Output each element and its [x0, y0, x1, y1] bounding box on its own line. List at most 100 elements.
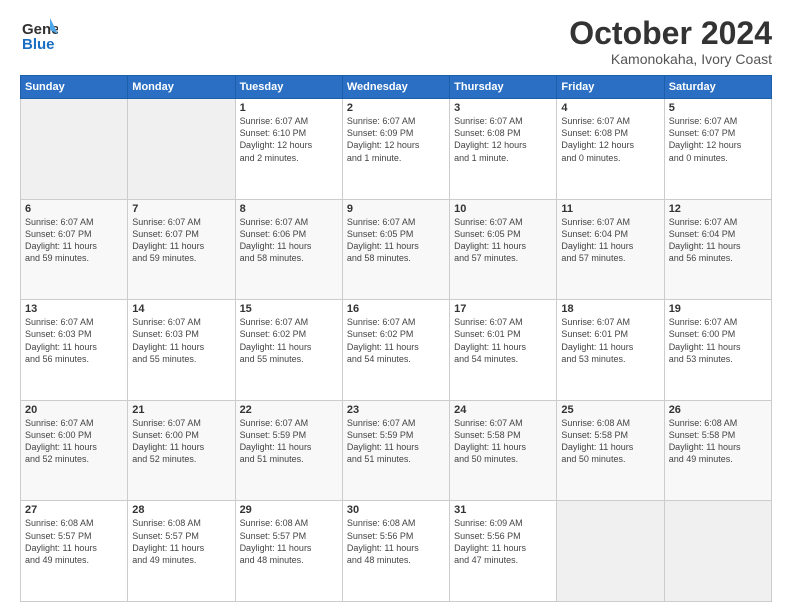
table-row: 12Sunrise: 6:07 AM Sunset: 6:04 PM Dayli…: [664, 199, 771, 300]
day-info: Sunrise: 6:07 AM Sunset: 5:59 PM Dayligh…: [240, 417, 338, 466]
table-row: 9Sunrise: 6:07 AM Sunset: 6:05 PM Daylig…: [342, 199, 449, 300]
day-info: Sunrise: 6:07 AM Sunset: 6:06 PM Dayligh…: [240, 216, 338, 265]
table-row: 22Sunrise: 6:07 AM Sunset: 5:59 PM Dayli…: [235, 400, 342, 501]
table-row: 13Sunrise: 6:07 AM Sunset: 6:03 PM Dayli…: [21, 300, 128, 401]
day-number: 20: [25, 404, 123, 416]
day-number: 27: [25, 504, 123, 516]
day-info: Sunrise: 6:08 AM Sunset: 5:57 PM Dayligh…: [132, 517, 230, 566]
day-info: Sunrise: 6:07 AM Sunset: 6:05 PM Dayligh…: [347, 216, 445, 265]
table-row: 8Sunrise: 6:07 AM Sunset: 6:06 PM Daylig…: [235, 199, 342, 300]
day-number: 4: [561, 102, 659, 114]
day-number: 2: [347, 102, 445, 114]
col-monday: Monday: [128, 76, 235, 99]
day-info: Sunrise: 6:07 AM Sunset: 6:03 PM Dayligh…: [25, 316, 123, 365]
calendar-table: Sunday Monday Tuesday Wednesday Thursday…: [20, 75, 772, 602]
table-row: 6Sunrise: 6:07 AM Sunset: 6:07 PM Daylig…: [21, 199, 128, 300]
table-row: 24Sunrise: 6:07 AM Sunset: 5:58 PM Dayli…: [450, 400, 557, 501]
col-thursday: Thursday: [450, 76, 557, 99]
table-row: 17Sunrise: 6:07 AM Sunset: 6:01 PM Dayli…: [450, 300, 557, 401]
day-info: Sunrise: 6:07 AM Sunset: 6:10 PM Dayligh…: [240, 115, 338, 164]
day-number: 1: [240, 102, 338, 114]
day-number: 22: [240, 404, 338, 416]
day-info: Sunrise: 6:07 AM Sunset: 6:01 PM Dayligh…: [454, 316, 552, 365]
table-row: 15Sunrise: 6:07 AM Sunset: 6:02 PM Dayli…: [235, 300, 342, 401]
day-info: Sunrise: 6:07 AM Sunset: 5:58 PM Dayligh…: [454, 417, 552, 466]
day-number: 24: [454, 404, 552, 416]
day-number: 23: [347, 404, 445, 416]
day-number: 5: [669, 102, 767, 114]
day-info: Sunrise: 6:07 AM Sunset: 6:02 PM Dayligh…: [347, 316, 445, 365]
day-number: 11: [561, 203, 659, 215]
day-info: Sunrise: 6:07 AM Sunset: 6:07 PM Dayligh…: [132, 216, 230, 265]
table-row: 3Sunrise: 6:07 AM Sunset: 6:08 PM Daylig…: [450, 99, 557, 200]
day-number: 9: [347, 203, 445, 215]
title-section: October 2024 Kamonokaha, Ivory Coast: [569, 16, 772, 67]
day-info: Sunrise: 6:08 AM Sunset: 5:57 PM Dayligh…: [240, 517, 338, 566]
week-row-0: 1Sunrise: 6:07 AM Sunset: 6:10 PM Daylig…: [21, 99, 772, 200]
day-info: Sunrise: 6:07 AM Sunset: 6:09 PM Dayligh…: [347, 115, 445, 164]
day-info: Sunrise: 6:07 AM Sunset: 6:08 PM Dayligh…: [454, 115, 552, 164]
svg-text:Blue: Blue: [22, 36, 55, 53]
day-number: 25: [561, 404, 659, 416]
table-row: 7Sunrise: 6:07 AM Sunset: 6:07 PM Daylig…: [128, 199, 235, 300]
col-tuesday: Tuesday: [235, 76, 342, 99]
day-number: 30: [347, 504, 445, 516]
day-number: 12: [669, 203, 767, 215]
table-row: [664, 501, 771, 602]
day-number: 26: [669, 404, 767, 416]
table-row: [21, 99, 128, 200]
day-number: 14: [132, 303, 230, 315]
day-number: 21: [132, 404, 230, 416]
day-number: 10: [454, 203, 552, 215]
day-info: Sunrise: 6:07 AM Sunset: 6:03 PM Dayligh…: [132, 316, 230, 365]
table-row: 23Sunrise: 6:07 AM Sunset: 5:59 PM Dayli…: [342, 400, 449, 501]
logo: General Blue: [20, 16, 58, 54]
table-row: 14Sunrise: 6:07 AM Sunset: 6:03 PM Dayli…: [128, 300, 235, 401]
col-friday: Friday: [557, 76, 664, 99]
location: Kamonokaha, Ivory Coast: [569, 51, 772, 67]
table-row: 25Sunrise: 6:08 AM Sunset: 5:58 PM Dayli…: [557, 400, 664, 501]
table-row: 21Sunrise: 6:07 AM Sunset: 6:00 PM Dayli…: [128, 400, 235, 501]
table-row: 20Sunrise: 6:07 AM Sunset: 6:00 PM Dayli…: [21, 400, 128, 501]
day-number: 29: [240, 504, 338, 516]
col-sunday: Sunday: [21, 76, 128, 99]
day-info: Sunrise: 6:07 AM Sunset: 5:59 PM Dayligh…: [347, 417, 445, 466]
day-info: Sunrise: 6:07 AM Sunset: 6:07 PM Dayligh…: [669, 115, 767, 164]
table-row: 31Sunrise: 6:09 AM Sunset: 5:56 PM Dayli…: [450, 501, 557, 602]
day-info: Sunrise: 6:07 AM Sunset: 6:00 PM Dayligh…: [132, 417, 230, 466]
table-row: 11Sunrise: 6:07 AM Sunset: 6:04 PM Dayli…: [557, 199, 664, 300]
table-row: 1Sunrise: 6:07 AM Sunset: 6:10 PM Daylig…: [235, 99, 342, 200]
table-row: 29Sunrise: 6:08 AM Sunset: 5:57 PM Dayli…: [235, 501, 342, 602]
day-number: 7: [132, 203, 230, 215]
month-title: October 2024: [569, 16, 772, 51]
day-info: Sunrise: 6:08 AM Sunset: 5:57 PM Dayligh…: [25, 517, 123, 566]
table-row: 10Sunrise: 6:07 AM Sunset: 6:05 PM Dayli…: [450, 199, 557, 300]
day-number: 31: [454, 504, 552, 516]
day-info: Sunrise: 6:07 AM Sunset: 6:01 PM Dayligh…: [561, 316, 659, 365]
day-info: Sunrise: 6:07 AM Sunset: 6:00 PM Dayligh…: [25, 417, 123, 466]
table-row: [128, 99, 235, 200]
week-row-3: 20Sunrise: 6:07 AM Sunset: 6:00 PM Dayli…: [21, 400, 772, 501]
col-saturday: Saturday: [664, 76, 771, 99]
day-info: Sunrise: 6:08 AM Sunset: 5:56 PM Dayligh…: [347, 517, 445, 566]
day-info: Sunrise: 6:07 AM Sunset: 6:07 PM Dayligh…: [25, 216, 123, 265]
day-info: Sunrise: 6:07 AM Sunset: 6:02 PM Dayligh…: [240, 316, 338, 365]
table-row: 2Sunrise: 6:07 AM Sunset: 6:09 PM Daylig…: [342, 99, 449, 200]
day-number: 8: [240, 203, 338, 215]
day-info: Sunrise: 6:07 AM Sunset: 6:04 PM Dayligh…: [561, 216, 659, 265]
day-info: Sunrise: 6:07 AM Sunset: 6:05 PM Dayligh…: [454, 216, 552, 265]
table-row: 4Sunrise: 6:07 AM Sunset: 6:08 PM Daylig…: [557, 99, 664, 200]
day-number: 16: [347, 303, 445, 315]
day-info: Sunrise: 6:09 AM Sunset: 5:56 PM Dayligh…: [454, 517, 552, 566]
week-row-2: 13Sunrise: 6:07 AM Sunset: 6:03 PM Dayli…: [21, 300, 772, 401]
week-row-4: 27Sunrise: 6:08 AM Sunset: 5:57 PM Dayli…: [21, 501, 772, 602]
day-number: 3: [454, 102, 552, 114]
table-row: 18Sunrise: 6:07 AM Sunset: 6:01 PM Dayli…: [557, 300, 664, 401]
day-info: Sunrise: 6:07 AM Sunset: 6:08 PM Dayligh…: [561, 115, 659, 164]
day-number: 17: [454, 303, 552, 315]
day-number: 28: [132, 504, 230, 516]
week-row-1: 6Sunrise: 6:07 AM Sunset: 6:07 PM Daylig…: [21, 199, 772, 300]
day-number: 19: [669, 303, 767, 315]
table-row: 28Sunrise: 6:08 AM Sunset: 5:57 PM Dayli…: [128, 501, 235, 602]
day-info: Sunrise: 6:08 AM Sunset: 5:58 PM Dayligh…: [561, 417, 659, 466]
